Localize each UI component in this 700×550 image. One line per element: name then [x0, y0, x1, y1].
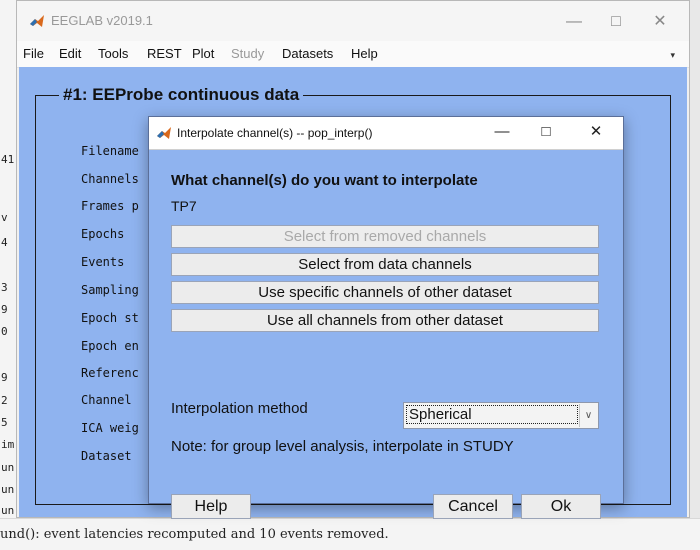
minimize-icon[interactable]: — — [487, 121, 517, 143]
menu-rest[interactable]: REST — [147, 46, 182, 61]
command-window-strip: 41 v 4 3 9 0 9 2 5 im un un un — [0, 0, 17, 549]
matlab-logo-icon — [30, 15, 44, 27]
select-removed-channels-button[interactable]: Select from removed channels — [171, 225, 599, 248]
dataset-title: #1: EEProbe continuous data — [59, 85, 304, 105]
interpolation-method-label: Interpolation method — [171, 400, 308, 417]
menu-help[interactable]: Help — [351, 46, 378, 61]
field-label: Events — [81, 255, 125, 269]
console-char: un — [1, 461, 15, 474]
field-label: Channels — [81, 172, 139, 186]
use-all-channels-button[interactable]: Use all channels from other dataset — [171, 309, 599, 332]
close-icon[interactable]: ✕ — [581, 121, 611, 143]
interpolate-dialog: Interpolate channel(s) -- pop_interp() —… — [148, 116, 624, 519]
cancel-button[interactable]: Cancel — [433, 494, 513, 519]
console-char: 41 — [1, 153, 15, 166]
console-char: im — [1, 438, 15, 451]
console-char: un — [1, 504, 15, 517]
menu-plot[interactable]: Plot — [192, 46, 214, 61]
use-specific-channels-button[interactable]: Use specific channels of other dataset — [171, 281, 599, 304]
interpolation-method-select[interactable]: Spherical ∨ — [403, 402, 599, 429]
dialog-title-bar[interactable]: Interpolate channel(s) -- pop_interp() —… — [149, 117, 623, 150]
dialog-question: What channel(s) do you want to interpola… — [171, 172, 478, 189]
command-window-output: und(): event latencies recomputed and 10… — [0, 518, 700, 550]
select-data-channels-button[interactable]: Select from data channels — [171, 253, 599, 276]
field-label: ICA weig — [81, 421, 139, 435]
console-char: 0 — [1, 325, 8, 338]
dialog-title: Interpolate channel(s) -- pop_interp() — [177, 126, 373, 140]
field-label: Frames p — [81, 199, 139, 213]
close-icon[interactable]: ✕ — [645, 11, 675, 33]
console-line: und(): event latencies recomputed and 10… — [0, 527, 389, 542]
console-char: 9 — [1, 303, 8, 316]
main-window-title: EEGLAB v2019.1 — [51, 13, 153, 28]
field-label: Epoch en — [81, 339, 139, 353]
console-char: 2 — [1, 394, 8, 407]
console-char: 5 — [1, 416, 8, 429]
field-label: Epochs — [81, 227, 125, 241]
console-char: v — [1, 211, 8, 224]
menu-study[interactable]: Study — [231, 46, 264, 61]
selected-channel: TP7 — [171, 198, 197, 214]
dropdown-arrow-icon[interactable]: ∨ — [579, 404, 597, 427]
field-label: Filename — [81, 144, 139, 158]
help-button[interactable]: Help — [171, 494, 251, 519]
matlab-logo-icon — [157, 127, 171, 139]
minimize-icon[interactable]: — — [559, 11, 589, 33]
field-label: Sampling — [81, 283, 139, 297]
console-char: 4 — [1, 236, 8, 249]
menu-edit[interactable]: Edit — [59, 46, 81, 61]
menu-file[interactable]: File — [23, 46, 44, 61]
main-title-bar[interactable]: EEGLAB v2019.1 — □ ✕ — [17, 1, 689, 41]
console-char: 9 — [1, 371, 8, 384]
study-note: Note: for group level analysis, interpol… — [171, 438, 514, 455]
console-char: un — [1, 483, 15, 496]
menu-overflow-icon[interactable]: ▾ — [670, 50, 675, 61]
menu-bar: File Edit Tools REST Plot Study Datasets… — [17, 41, 689, 68]
field-label: Referenc — [81, 366, 139, 380]
ok-button[interactable]: Ok — [521, 494, 601, 519]
menu-datasets[interactable]: Datasets — [282, 46, 333, 61]
console-char: 3 — [1, 281, 8, 294]
maximize-icon[interactable]: □ — [531, 121, 561, 143]
field-label: Dataset — [81, 449, 132, 463]
maximize-icon[interactable]: □ — [601, 11, 631, 33]
field-label: Channel — [81, 393, 132, 407]
interpolation-method-value: Spherical — [406, 405, 578, 424]
dialog-body: What channel(s) do you want to interpola… — [149, 150, 623, 519]
menu-tools[interactable]: Tools — [98, 46, 128, 61]
field-label: Epoch st — [81, 311, 139, 325]
